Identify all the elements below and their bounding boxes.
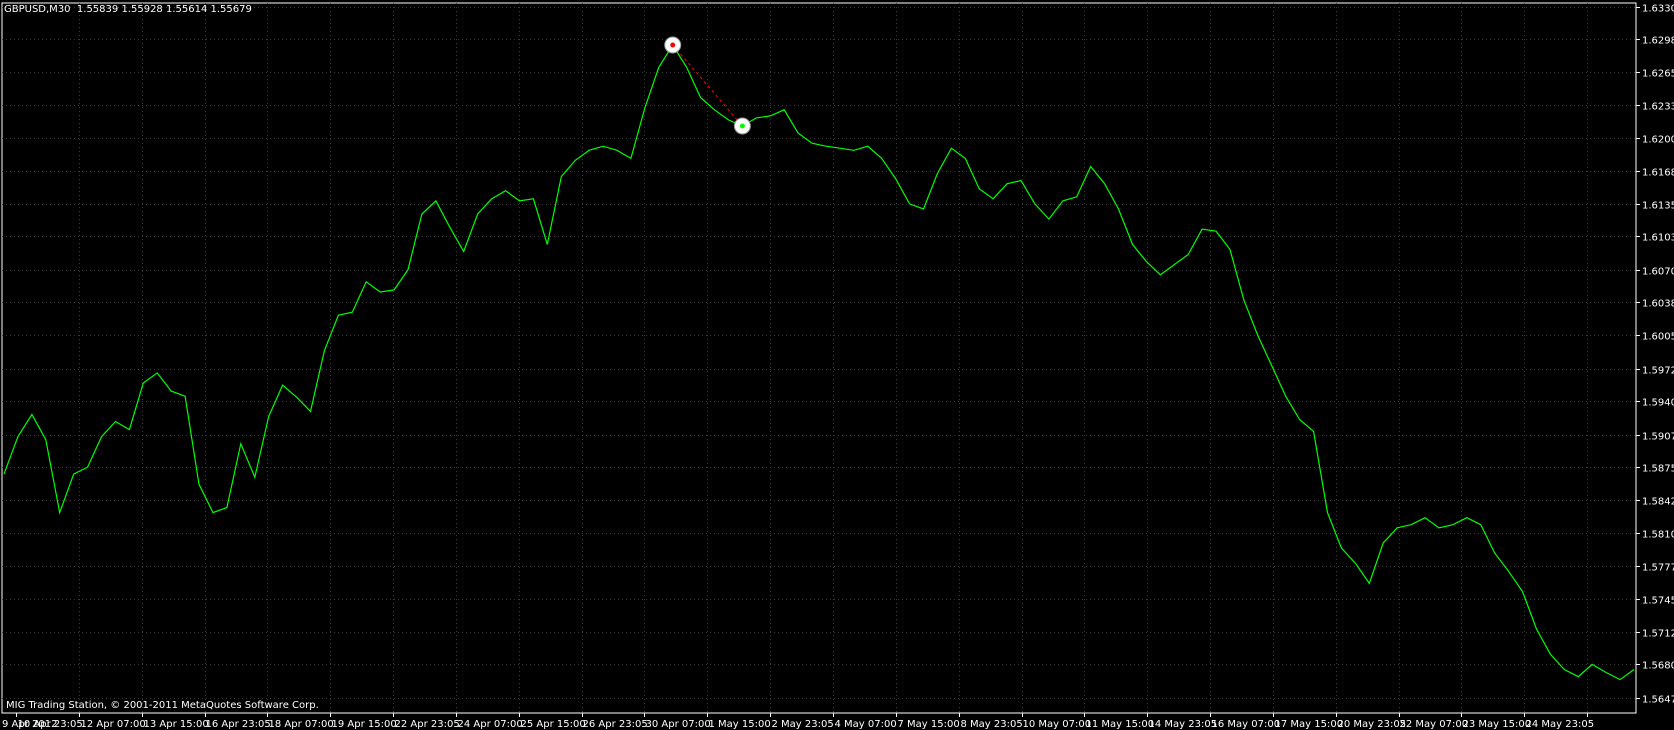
x-tick-label: 13 Apr 15:00 <box>144 719 209 730</box>
x-tick-label: 1 May 15:00 <box>709 719 771 730</box>
x-tick-label: 8 May 23:05 <box>961 719 1023 730</box>
x-tick-label: 12 Apr 07:00 <box>81 719 146 730</box>
x-tick-label: 16 May 07:00 <box>1212 719 1281 730</box>
x-tick-label: 11 May 15:00 <box>1086 719 1155 730</box>
y-tick-label: 1.58100 <box>1642 530 1674 541</box>
chart-window[interactable]: 1.63300 1.62980 1.62650 1.62330 1.62000 1.616… <box>0 0 1674 730</box>
trade-exit-dot <box>739 123 745 129</box>
x-tick-label: 14 May 23:05 <box>1149 719 1218 730</box>
y-tick-label: 1.60050 <box>1642 332 1674 343</box>
y-tick-label: 1.60700 <box>1642 267 1674 278</box>
x-tick-label: 17 May 15:00 <box>1275 719 1344 730</box>
x-tick-label: 18 Apr 07:00 <box>269 719 334 730</box>
y-tick-label: 1.61680 <box>1642 168 1674 179</box>
x-tick-label: 22 May 07:00 <box>1400 719 1469 730</box>
x-tick-label: 22 Apr 23:05 <box>395 719 460 730</box>
y-tick-label: 1.58420 <box>1642 497 1674 508</box>
y-tick-label: 1.62650 <box>1642 69 1674 80</box>
x-tick-label: 24 Apr 07:00 <box>458 719 523 730</box>
x-tick-label: 7 May 15:00 <box>898 719 960 730</box>
y-tick-label: 1.61350 <box>1642 201 1674 212</box>
x-tick-label: 30 Apr 07:00 <box>646 719 711 730</box>
trade-line <box>672 44 743 127</box>
x-tick-label: 2 May 23:05 <box>772 719 834 730</box>
y-tick-label: 1.59720 <box>1642 366 1674 377</box>
y-tick-label: 1.60380 <box>1642 299 1674 310</box>
y-tick-label: 1.62980 <box>1642 36 1674 47</box>
x-tick-label: 20 May 23:05 <box>1338 719 1407 730</box>
symbol-header: GBPUSD,M30 1.55839 1.55928 1.55614 1.556… <box>4 4 252 15</box>
y-tick-label: 1.62000 <box>1642 135 1674 146</box>
y-tick-label: 1.57120 <box>1642 629 1674 640</box>
y-tick-label: 1.61030 <box>1642 233 1674 244</box>
y-tick-label: 1.62330 <box>1642 102 1674 113</box>
x-tick-label: 10 Apr 23:05 <box>18 719 83 730</box>
y-tick-label: 1.56470 <box>1642 695 1674 706</box>
y-tick-label: 1.59070 <box>1642 432 1674 443</box>
x-tick-label: 25 Apr 15:00 <box>521 719 586 730</box>
x-tick-label: 24 May 23:05 <box>1526 719 1595 730</box>
y-tick-label: 1.58750 <box>1642 464 1674 475</box>
plot-frame <box>1 2 1637 714</box>
trade-entry-dot <box>670 42 676 48</box>
y-tick-label: 1.63300 <box>1642 4 1674 15</box>
copyright-text: MIG Trading Station, © 2001-2011 MetaQuo… <box>6 700 319 711</box>
price-line <box>3 43 1635 681</box>
x-tick-label: 23 May 15:00 <box>1463 719 1532 730</box>
x-tick-label: 19 Apr 15:00 <box>332 719 397 730</box>
x-tick-label: 10 May 07:00 <box>1023 719 1092 730</box>
x-tick-label: 4 May 07:00 <box>835 719 897 730</box>
y-tick-label: 1.57450 <box>1642 596 1674 607</box>
y-tick-label: 1.56800 <box>1642 661 1674 672</box>
x-tick-label: 16 Apr 23:05 <box>206 719 271 730</box>
symbol-label: GBPUSD,M30 <box>4 4 71 15</box>
x-tick-label: 26 Apr 23:05 <box>583 719 648 730</box>
y-tick-label: 1.57770 <box>1642 563 1674 574</box>
ohlc-quote: 1.55839 1.55928 1.55614 1.55679 <box>76 4 252 15</box>
price-chart[interactable]: 1.63300 1.62980 1.62650 1.62330 1.62000 1.616… <box>0 0 1674 730</box>
y-tick-label: 1.59400 <box>1642 398 1674 409</box>
